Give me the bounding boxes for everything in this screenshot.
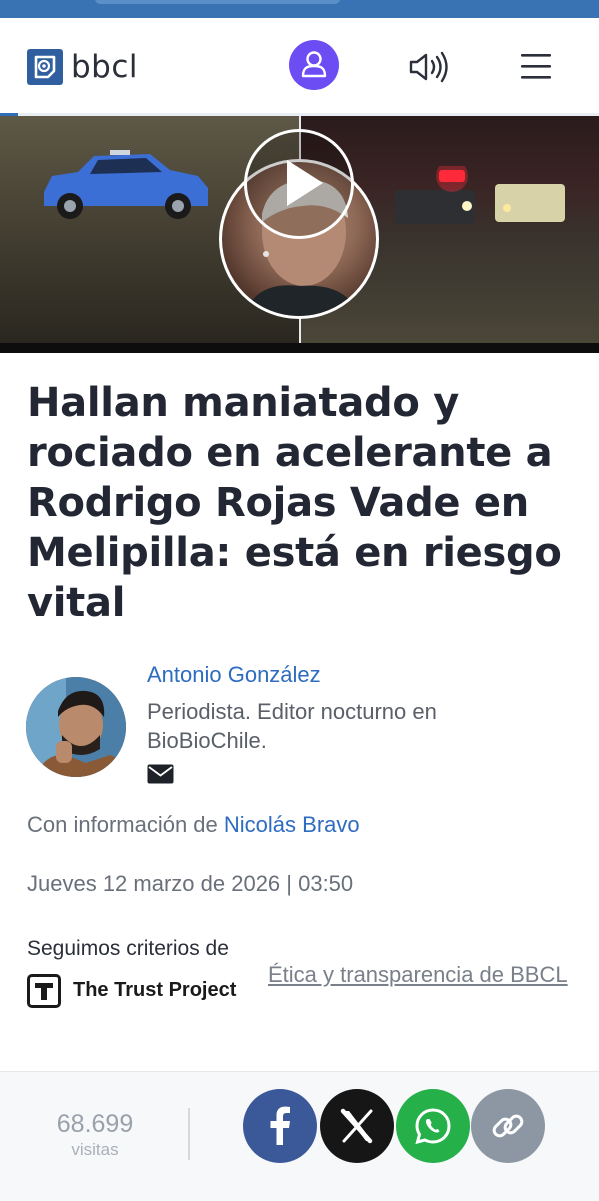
visits-count: 68.699 [56, 1110, 134, 1138]
criteria-label: Seguimos criterios de [27, 937, 229, 960]
bbcl-logo-icon [27, 49, 63, 85]
facebook-icon [270, 1106, 290, 1145]
hero-video[interactable] [0, 116, 599, 353]
trust-project-link[interactable]: The Trust Project [73, 979, 236, 1002]
mail-icon[interactable] [147, 764, 174, 784]
author-name-link[interactable]: Antonio González [147, 662, 321, 688]
share-x-button[interactable] [320, 1089, 394, 1163]
visits-label: visitas [71, 1140, 119, 1159]
article-title: Hallan maniatado y rociado en acelerante… [27, 380, 562, 626]
trust-project-icon [35, 983, 53, 1000]
main-menu-button[interactable] [516, 48, 556, 84]
user-account-button[interactable] [289, 40, 339, 90]
share-whatsapp-button[interactable] [396, 1089, 470, 1163]
play-video-button[interactable] [244, 129, 354, 239]
publish-date: Jueves 12 marzo de 2026 | 03:50 [27, 871, 354, 896]
site-header: bbcl [0, 18, 599, 115]
copy-link-button[interactable] [471, 1089, 545, 1163]
status-pill [95, 0, 340, 4]
x-icon [340, 1108, 373, 1144]
play-icon [287, 160, 323, 206]
hero-bottom-strip [0, 343, 599, 353]
link-icon [492, 1114, 524, 1138]
whatsapp-icon [415, 1108, 451, 1145]
contributor-name-link[interactable]: Nicolás Bravo [224, 812, 360, 837]
police-car-image [44, 150, 208, 219]
additional-reporting: Con información de Nicolás Bravo [27, 812, 360, 838]
hamburger-menu-icon [521, 54, 551, 79]
share-facebook-button[interactable] [243, 1089, 317, 1163]
ethics-transparency-link[interactable]: Ética y transparencia de BBCL [268, 962, 568, 988]
bbcl-logo[interactable]: bbcl [27, 49, 138, 85]
speaker-icon [409, 51, 448, 83]
listen-audio-button[interactable] [405, 47, 451, 87]
author-bio: Periodista. Editor nocturno en BioBioChi… [147, 699, 437, 753]
trust-project-logo[interactable] [27, 974, 61, 1008]
browser-top-bar [0, 0, 599, 18]
with-info-prefix: Con información de [27, 812, 218, 837]
share-bar-divider [188, 1108, 190, 1160]
author-avatar[interactable] [26, 677, 126, 777]
brand-name: bbcl [71, 49, 139, 85]
emergency-vehicles-image [395, 166, 565, 224]
user-icon [301, 51, 327, 78]
